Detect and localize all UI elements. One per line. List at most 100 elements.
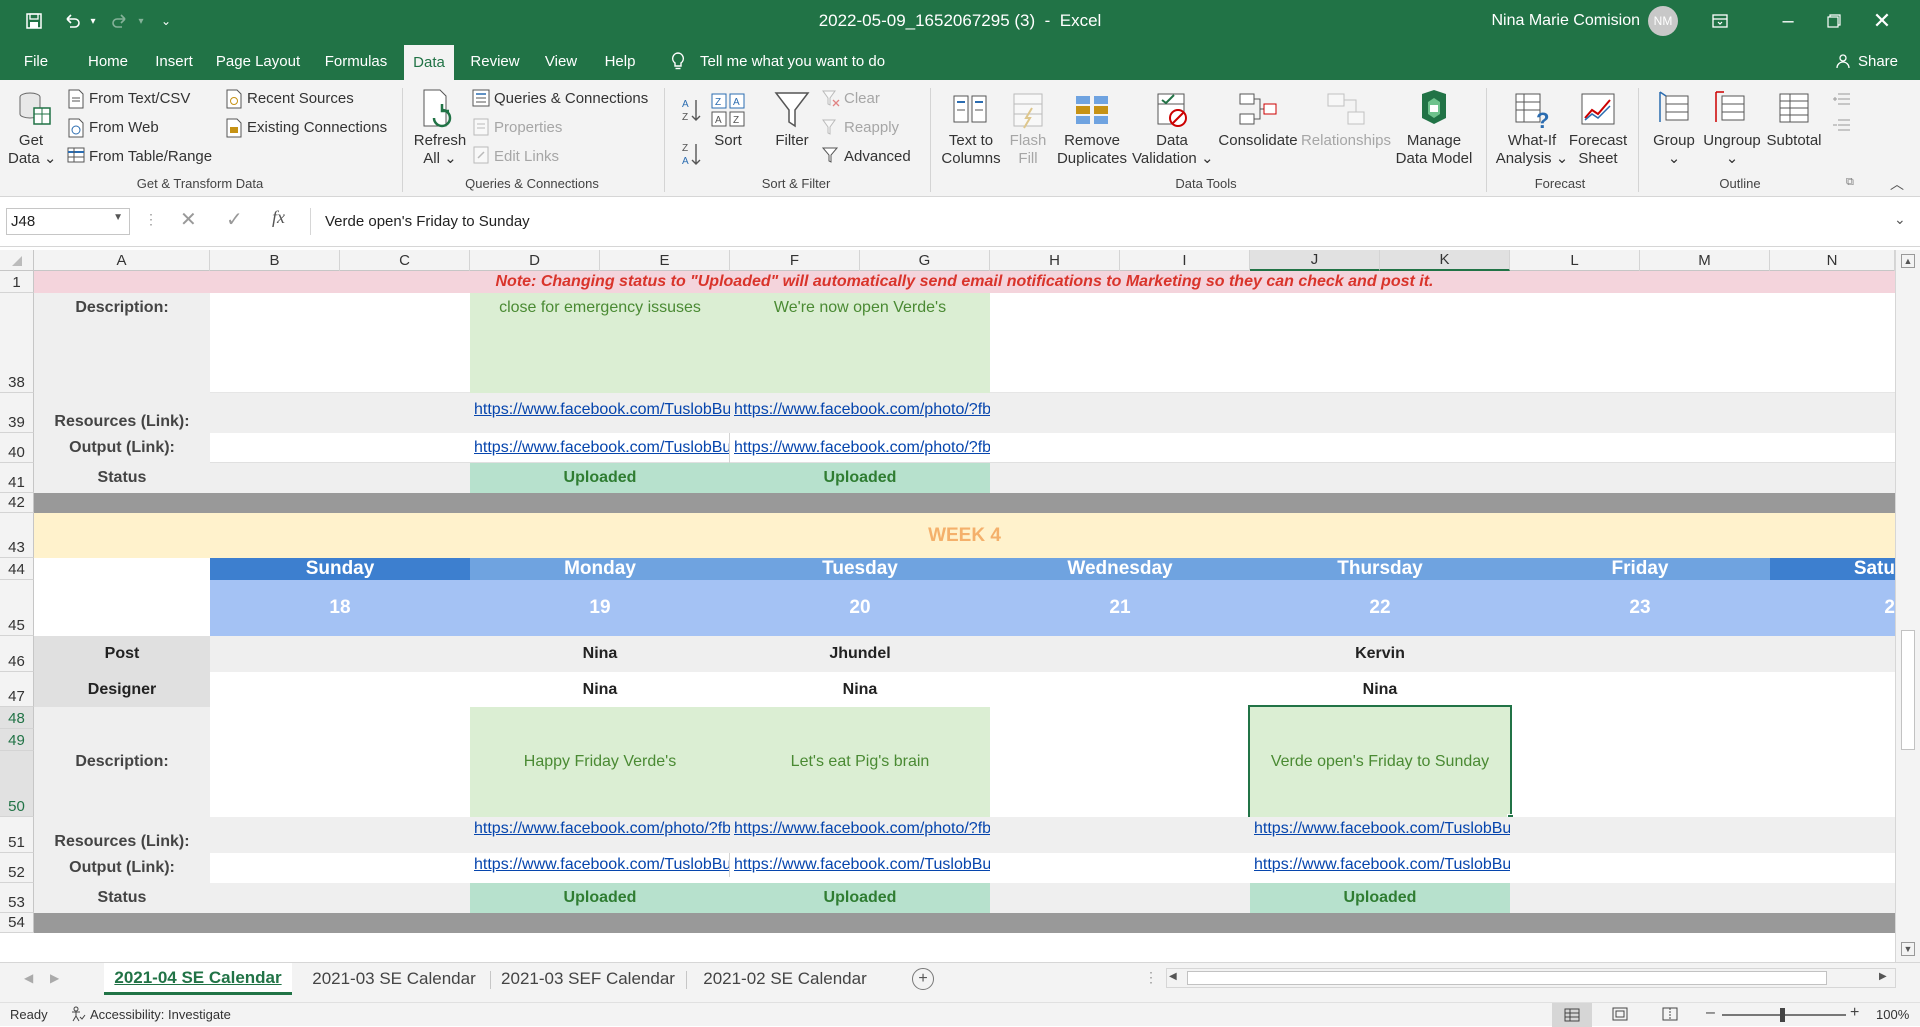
row-header-44[interactable]: 44 [0,558,34,580]
row-header-48[interactable]: 48 [0,707,34,729]
avatar[interactable]: NM [1648,0,1678,42]
description-thursday-selected[interactable]: Verde open's Friday to Sunday [1248,705,1512,819]
get-data-button[interactable]: Get Data ⌄ [8,132,56,168]
properties-button[interactable]: Properties [494,119,562,137]
column-header-f[interactable]: F [730,250,860,271]
week3-description-d[interactable]: close for emergency issuses [470,293,730,393]
tab-file[interactable]: File [14,42,58,80]
scroll-down-icon[interactable]: ▼ [1901,942,1915,956]
normal-view-icon[interactable] [1552,1003,1592,1027]
redo-icon[interactable] [106,0,134,42]
accessibility-status[interactable]: Accessibility: Investigate [90,1007,231,1022]
row-header-49[interactable]: 49 [0,729,34,751]
post-tuesday[interactable]: Jhundel [730,636,990,672]
column-header-a[interactable]: A [34,250,210,271]
row-header-42[interactable]: 42 [0,493,34,513]
edit-links-button[interactable]: Edit Links [494,148,559,166]
status-thursday[interactable]: Uploaded [1250,883,1510,913]
column-header-h[interactable]: H [990,250,1120,271]
undo-dropdown-icon[interactable]: ▾ [86,0,100,42]
tab-split-handle-icon[interactable]: ⋮ [1144,969,1158,986]
sort-button[interactable]: Sort [706,132,750,150]
show-detail-icon[interactable] [1832,90,1852,106]
scroll-up-icon[interactable]: ▲ [1901,254,1915,268]
vertical-scroll-thumb[interactable] [1901,630,1915,750]
page-break-view-icon[interactable] [1662,1007,1678,1024]
sheet-tab-2021-02-se[interactable]: 2021-02 SE Calendar [690,963,880,995]
what-if-analysis-button[interactable]: What-If Analysis ⌄ [1494,132,1570,168]
from-web-button[interactable]: From Web [89,119,159,137]
share-icon[interactable] [1832,42,1854,80]
sort-z-a-icon[interactable]: ZA [680,140,702,168]
tab-review[interactable]: Review [466,42,524,80]
enter-icon[interactable]: ✓ [226,207,243,232]
accessibility-icon[interactable] [70,1006,86,1025]
output-link-monday[interactable]: https://www.facebook.com/TuslobBu [470,853,730,877]
output-link-tuesday[interactable]: https://www.facebook.com/TuslobBu [730,853,990,877]
outline-dialog-launcher-icon[interactable]: ⧉ [1846,176,1854,189]
row-header-45[interactable]: 45 [0,580,34,636]
zoom-level[interactable]: 100% [1876,1007,1909,1022]
row-header-52[interactable]: 52 [0,853,34,883]
sort-a-z-icon[interactable]: AZ [680,96,702,124]
hide-detail-icon[interactable] [1832,116,1852,132]
subtotal-button[interactable]: Subtotal [1760,132,1828,150]
redo-dropdown-icon[interactable]: ▾ [134,0,148,42]
clear-button[interactable]: Clear [844,90,880,108]
description-tuesday[interactable]: Let's eat Pig's brain [730,707,990,817]
formula-input[interactable]: Verde open's Friday to Sunday [310,208,1890,235]
scroll-left-icon[interactable]: ◀ [1169,971,1177,982]
data-validation-button[interactable]: Data Validation ⌄ [1132,132,1214,168]
scroll-right-icon[interactable]: ▶ [1879,971,1887,982]
column-header-m[interactable]: M [1640,250,1770,271]
status-tuesday[interactable]: Uploaded [730,883,990,913]
description-monday[interactable]: Happy Friday Verde's [470,707,730,817]
advanced-button[interactable]: Advanced [844,148,911,166]
page-layout-view-icon[interactable] [1612,1007,1628,1024]
column-header-j[interactable]: J [1250,250,1380,271]
minimize-icon[interactable]: – [1768,0,1808,42]
week3-output-link-f[interactable]: https://www.facebook.com/photo/?fb [730,433,990,463]
reapply-button[interactable]: Reapply [844,119,899,137]
refresh-all-button[interactable]: Refresh All ⌄ [410,132,470,168]
name-box-dropdown-icon[interactable]: ▼ [113,212,123,223]
recent-sources-button[interactable]: Recent Sources [247,90,354,108]
row-header-38[interactable]: 38 [0,293,34,393]
from-table-range-button[interactable]: From Table/Range [89,148,212,166]
flash-fill-button[interactable]: Flash Fill [1004,132,1052,168]
group-button[interactable]: Group ⌄ [1644,132,1704,168]
week3-resources-link-d[interactable]: https://www.facebook.com/TuslobBu [470,393,730,419]
column-header-e[interactable]: E [600,250,730,271]
sheet-tab-2021-03-sef[interactable]: 2021-03 SEF Calendar [494,963,682,995]
column-header-l[interactable]: L [1510,250,1640,271]
week3-status-d[interactable]: Uploaded [470,463,730,493]
forecast-sheet-button[interactable]: Forecast Sheet [1568,132,1628,168]
week3-description-f[interactable]: We're now open Verde's [730,293,990,393]
close-icon[interactable]: ✕ [1862,0,1902,42]
week3-output-link-d[interactable]: https://www.facebook.com/TuslobBu [470,433,730,463]
column-header-k[interactable]: K [1380,250,1510,271]
relationships-button[interactable]: Relationships [1298,132,1394,150]
new-sheet-icon[interactable]: + [912,968,934,990]
post-thursday[interactable]: Kervin [1250,636,1510,672]
select-all-corner[interactable] [0,250,34,271]
row-header-43[interactable]: 43 [0,513,34,558]
column-header-d[interactable]: D [470,250,600,271]
share-button[interactable]: Share [1854,42,1902,80]
column-header-n[interactable]: N [1770,250,1895,271]
vertical-scrollbar[interactable]: ▲ ▼ [1895,250,1920,962]
row-header-46[interactable]: 46 [0,636,34,672]
row-header-39[interactable]: 39 [0,393,34,433]
remove-duplicates-button[interactable]: Remove Duplicates [1054,132,1130,168]
week3-resources-link-f[interactable]: https://www.facebook.com/photo/?fb [730,393,990,419]
tab-data[interactable]: Data [404,45,454,80]
status-monday[interactable]: Uploaded [470,883,730,913]
worksheet-grid[interactable]: 1 38 39 40 41 42 43 44 45 46 47 48 49 50… [0,271,1895,962]
tab-view[interactable]: View [536,42,586,80]
resources-link-thursday[interactable]: https://www.facebook.com/TuslobBu [1250,819,1510,839]
row-header-41[interactable]: 41 [0,463,34,493]
ribbon-display-icon[interactable] [1700,0,1740,42]
insert-function-icon[interactable]: fx [272,207,285,228]
output-link-thursday[interactable]: https://www.facebook.com/TuslobBu [1250,853,1510,877]
row-header-1[interactable]: 1 [0,271,34,293]
